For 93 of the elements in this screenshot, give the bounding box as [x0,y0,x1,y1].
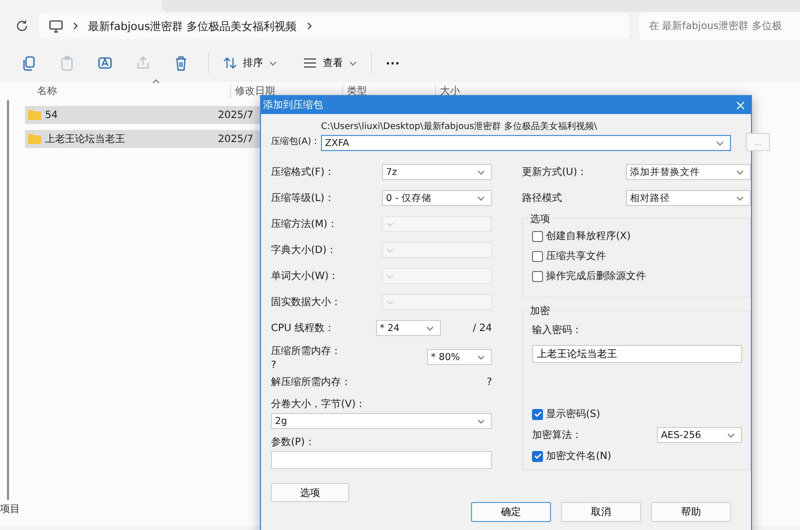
dialog-button[interactable]: 取消 [561,502,641,522]
memory-reading: ? [486,376,492,388]
field-label: 压缩所需内存： [271,344,341,358]
chevron-icon [736,170,744,174]
folder-icon [28,110,41,120]
dropdown[interactable]: 0 - 仅存储 [382,190,492,206]
chevron-icon [386,222,394,226]
list-view-icon [303,58,317,68]
checkbox[interactable] [532,450,543,462]
view-button[interactable]: 查看 [297,52,363,74]
archive-combo[interactable]: ZXFA [321,135,731,151]
field-label: 参数(P)： [271,436,315,449]
dropdown[interactable]: 相对路径 [626,190,751,206]
sort-icon [223,57,237,69]
checkbox-label[interactable]: 压缩共享文件 [546,249,606,263]
field-label: 固实数据大小： [271,296,341,309]
chevron-icon [386,300,394,304]
chevron-icon [349,60,357,66]
field-label: 输入密码： [532,324,583,337]
checkbox[interactable] [532,250,543,262]
checkbox[interactable] [532,270,543,282]
group-title: 加密 [528,304,552,318]
file-row[interactable]: 54 2025/7 [25,106,260,124]
dialog-title: 添加到压缩包 [263,98,323,112]
close-icon[interactable] [736,100,745,110]
field-label: 解压缩所需内存： [271,376,351,389]
checkbox-label[interactable]: 加密文件名(N) [546,449,612,463]
chevron-icon [736,196,744,200]
chevron-icon [477,196,485,200]
chevron-right-icon [73,22,78,30]
copy-icon [21,55,37,71]
dropdown[interactable]: 2g [271,413,492,429]
breadcrumb[interactable]: 最新fabjous泄密群 多位极品美女福利视频 [88,18,297,34]
memory-reading: ? [271,360,278,370]
folder-icon [28,134,41,144]
computer-icon [49,20,63,32]
file-row[interactable]: 上老王论坛当老王 2025/7 [25,130,260,148]
chevron-icon [386,248,394,252]
input-field[interactable] [271,451,492,469]
chevron-icon [426,326,434,330]
chevron-icon [477,418,485,424]
field-label: 路径模式 [522,192,562,205]
group-title: 选项 [528,212,552,226]
trash-icon [173,55,189,71]
chevron-icon [477,354,485,360]
rename-icon [97,55,113,71]
column-header[interactable]: 名称 [25,84,230,98]
dropdown[interactable]: * 80% [427,349,492,365]
dropdown[interactable]: AES-256 [657,427,742,443]
chevron-icon [386,274,394,278]
field-label: 压缩包(A)： [271,136,321,148]
options-button[interactable]: 选项 [271,483,349,502]
dropdown[interactable]: * 24 [376,320,441,336]
chevron-right-icon [306,22,312,30]
status-text: 项目 [0,503,20,516]
checkbox-label[interactable]: 创建自释放程序(X) [546,229,631,243]
field-label: 加密算法： [532,428,582,442]
checkbox[interactable] [532,408,543,420]
sort-button[interactable]: 排序 [217,52,283,74]
field-label: CPU 线程数： [271,322,335,335]
checkbox-label[interactable]: 显示密码(S) [546,407,600,421]
field-label: 更新方式(U)： [522,166,588,179]
field-label: 单词大小(W)： [271,270,339,283]
thread-max: / 24 [472,322,492,334]
search-field[interactable]: 在 最新fabjous泄密群 多位极 [639,12,800,40]
sort-caret-icon [152,79,160,84]
scrollbar[interactable] [7,100,9,500]
dialog-button[interactable]: 确定 [471,502,551,522]
chevron-icon [477,170,485,174]
share-icon [135,55,151,71]
file-date: 2025/7 [218,134,254,144]
field-label: 分卷大小，字节(V)： [271,398,366,411]
checkbox[interactable] [532,230,543,242]
field-label: 压缩等级(L)： [271,192,334,205]
more-button[interactable]: ··· [380,55,406,71]
paste-icon [59,55,75,71]
chevron-icon [269,60,277,66]
chevron-icon [727,432,735,438]
dialog-button[interactable]: 帮助 [651,502,731,522]
field-label: 压缩方法(M)： [271,218,338,231]
password-field[interactable]: 上老王论坛当老王 [532,345,742,363]
dropdown[interactable]: 7z [382,164,492,180]
field-label: 压缩格式(F)： [271,166,335,179]
field-label: 字典大小(D)： [271,244,337,257]
address-bar[interactable]: 最新fabjous泄密群 多位极品美女福利视频 [39,13,629,39]
file-name: 上老王论坛当老王 [45,132,125,146]
file-date: 2025/7 [218,110,254,120]
checkbox-label[interactable]: 操作完成后删除源文件 [546,269,646,283]
refresh-icon[interactable] [15,19,29,33]
dropdown[interactable]: 添加并替换文件 [626,164,751,180]
archive-path: C:\Users\liuxi\Desktop\最新fabjous泄密群 多位极品美女福利视频\ [321,120,598,133]
chevron-icon [716,140,724,146]
file-name: 54 [45,110,58,120]
